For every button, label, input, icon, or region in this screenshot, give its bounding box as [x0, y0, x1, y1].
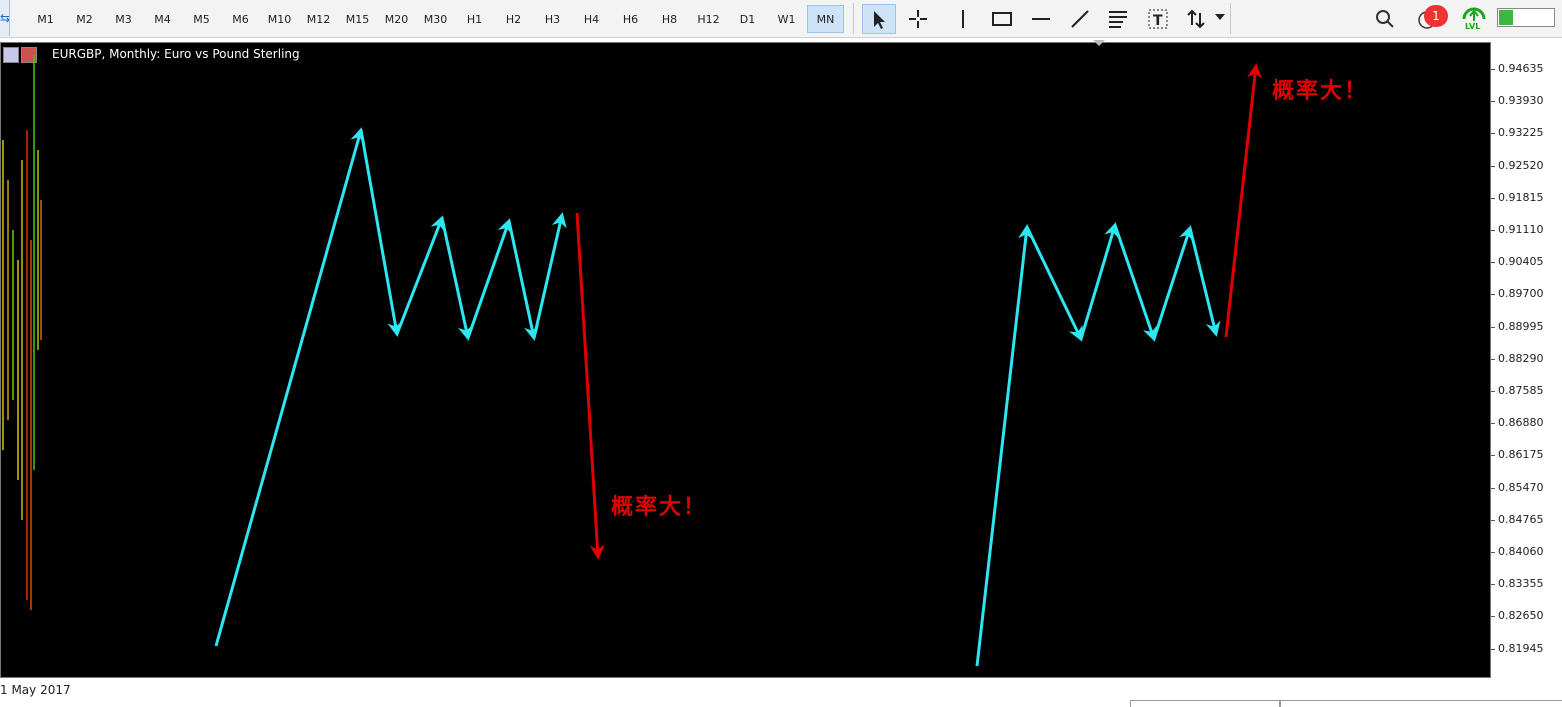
price-tick [1491, 423, 1495, 424]
price-tick [1491, 230, 1495, 231]
price-tick [1491, 69, 1495, 70]
price-label: 0.81945 [1498, 642, 1544, 655]
price-tick [1491, 133, 1495, 134]
price-tick [1491, 584, 1495, 585]
price-tick [1491, 166, 1495, 167]
price-tick [1491, 327, 1495, 328]
chart-drawings [2, 55, 1263, 667]
price-tick [1491, 262, 1495, 263]
price-label: 0.86880 [1498, 416, 1544, 429]
right-prediction-arrow [1224, 63, 1263, 338]
price-tick [1491, 552, 1495, 553]
price-label: 0.87585 [1498, 384, 1544, 397]
price-label: 0.93225 [1498, 126, 1544, 139]
right-annotation-text: 概率大！ [1272, 78, 1369, 104]
price-label: 0.90405 [1498, 255, 1544, 268]
price-label: 0.88995 [1498, 320, 1544, 333]
left-prediction-arrow [575, 212, 605, 560]
price-tick [1491, 455, 1495, 456]
price-tick [1491, 616, 1495, 617]
right-pattern-arrows [975, 222, 1221, 667]
price-label: 0.91110 [1498, 223, 1544, 236]
price-tick [1491, 488, 1495, 489]
price-label: 0.88290 [1498, 352, 1544, 365]
price-label: 0.86175 [1498, 448, 1544, 461]
price-tick [1491, 294, 1495, 295]
price-tick [1491, 391, 1495, 392]
battery-fill [1499, 10, 1513, 25]
price-candles [2, 55, 42, 610]
price-tick [1491, 359, 1495, 360]
battery-indicator [1497, 8, 1555, 27]
price-tick [1491, 101, 1495, 102]
price-label: 0.92520 [1498, 159, 1544, 172]
price-tick [1491, 198, 1495, 199]
price-label: 0.91815 [1498, 191, 1544, 204]
left-annotation-text: 概率大！ [611, 494, 708, 520]
price-tick [1491, 649, 1495, 650]
left-pattern-arrows [214, 127, 567, 647]
price-label: 0.83355 [1498, 577, 1544, 590]
price-label: 0.93930 [1498, 94, 1544, 107]
price-tick [1491, 520, 1495, 521]
price-label: 0.94635 [1498, 62, 1544, 75]
price-label: 0.89700 [1498, 287, 1544, 300]
price-label: 0.82650 [1498, 609, 1544, 622]
price-label: 0.85470 [1498, 481, 1544, 494]
price-label: 0.84765 [1498, 513, 1544, 526]
date-label: 1 May 2017 [0, 683, 71, 697]
price-label: 0.84060 [1498, 545, 1544, 558]
